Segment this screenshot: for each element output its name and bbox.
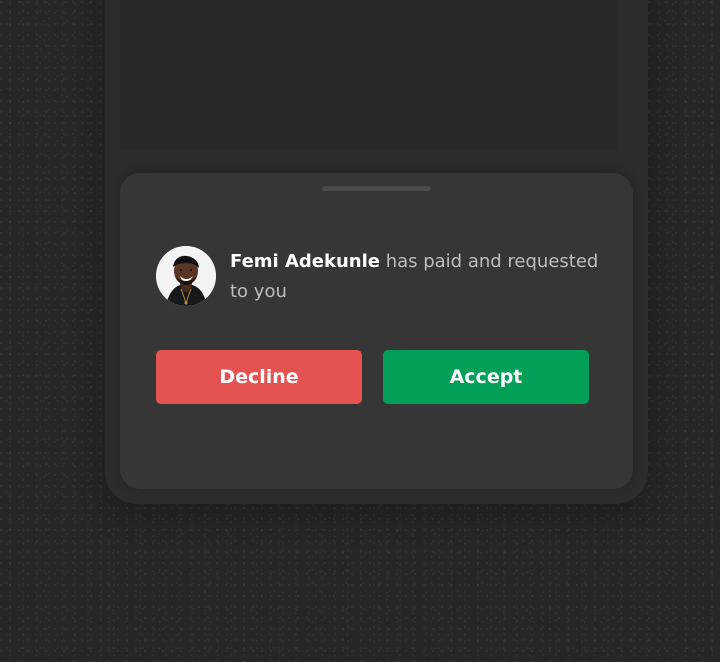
user-avatar: [156, 246, 216, 306]
sender-name: Femi Adekunle: [230, 251, 380, 272]
accept-button[interactable]: Accept: [383, 350, 589, 404]
payment-request-message: Femi Adekunle has paid and requested to …: [230, 247, 605, 307]
phone-screen: [120, 0, 618, 150]
person-avatar-icon: [156, 246, 216, 306]
screen-background: Femi Adekunle has paid and requested to …: [0, 0, 720, 662]
payment-request-bottom-sheet: Femi Adekunle has paid and requested to …: [120, 173, 633, 489]
decline-button[interactable]: Decline: [156, 350, 362, 404]
bottom-sheet-drag-handle[interactable]: [322, 186, 431, 191]
